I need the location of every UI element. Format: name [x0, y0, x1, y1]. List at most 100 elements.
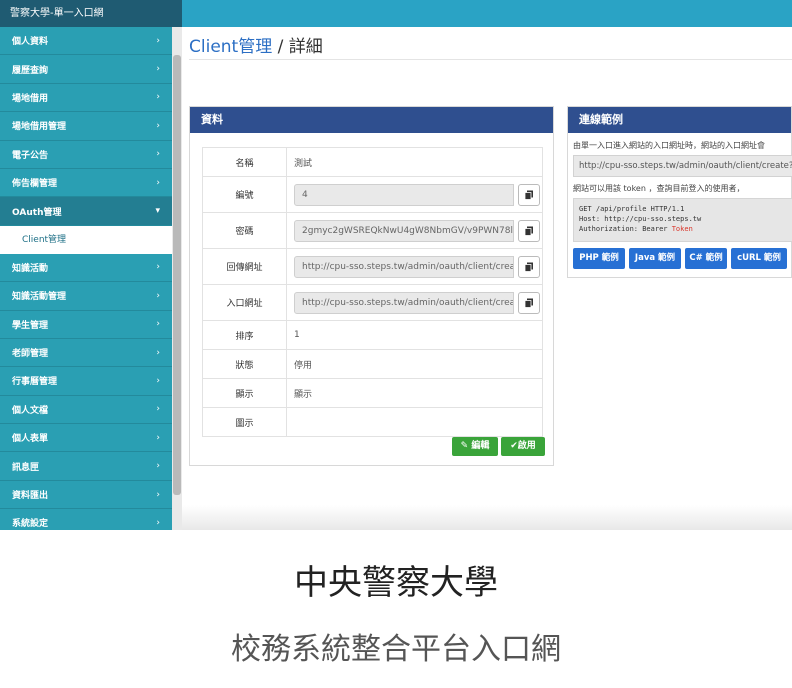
sidebar-item-documents[interactable]: 個人文檔 ›: [0, 396, 182, 425]
sidebar-item-settings[interactable]: 系統設定 ›: [0, 509, 182, 530]
sidebar-item-inbox[interactable]: 訊息匣 ›: [0, 452, 182, 481]
sidebar-item-history[interactable]: 履歷查詢 ›: [0, 55, 182, 84]
table-row: 密碼 2gmyc2gWSREQkNwU4gW8NbmGV/v9PWN78lOgo: [202, 212, 543, 249]
sidebar-item-venue-admin[interactable]: 場地借用管理 ›: [0, 112, 182, 141]
sidebar-item-forms[interactable]: 個人表單 ›: [0, 424, 182, 453]
page-title: Client管理 / 詳細: [189, 32, 323, 57]
sidebar-item-knowledge-admin[interactable]: 知識活動管理 ›: [0, 282, 182, 311]
sidebar-item-label: 資料匯出: [12, 491, 49, 502]
sidebar-item-teachers[interactable]: 老師管理 ›: [0, 339, 182, 368]
table-row: 排序 1: [202, 320, 543, 350]
chevron-right-icon: ›: [156, 375, 160, 386]
sidebar-item-label: 個人表單: [12, 434, 49, 445]
bottom-fade: [182, 505, 792, 530]
chevron-right-icon: ›: [156, 347, 160, 358]
icon-value: [286, 407, 543, 437]
callback-label: 回傳網址: [202, 248, 287, 285]
code-token: Token: [671, 225, 693, 233]
copy-icon: [524, 298, 533, 308]
table-row: 圖示: [202, 407, 543, 437]
connection-token-description: 網站可以用該 token ，查詢目前登入的使用者，: [573, 184, 745, 193]
sidebar-item-knowledge[interactable]: 知識活動 ›: [0, 254, 182, 283]
caption-title: 中央警察大學: [294, 563, 498, 603]
sidebar: 個人資料 › 履歷查詢 › 場地借用 › 場地借用管理 › 電子公告 › 佈告欄管理 › O…: [0, 27, 182, 530]
table-row: 狀態 停用: [202, 349, 543, 379]
name-label: 名稱: [202, 147, 287, 177]
connection-description: 由單一入口進入網站的入口網址時，網站的入口網址會: [573, 141, 765, 150]
connection-url-field[interactable]: http://cpu-sso.steps.tw/admin/oauth/clie…: [573, 155, 792, 177]
table-row: 編號 4: [202, 176, 543, 213]
sidebar-item-label: 系統設定: [12, 519, 49, 530]
secret-label: 密碼: [202, 212, 287, 249]
java-example-button[interactable]: Java 範例: [629, 248, 681, 269]
chevron-right-icon: ›: [156, 262, 160, 273]
sidebar-item-label: OAuth管理: [12, 207, 62, 218]
sidebar-item-label: 個人資料: [12, 37, 49, 48]
copy-id-button[interactable]: [518, 183, 540, 206]
id-label: 編號: [202, 176, 287, 213]
sidebar-item-oauth[interactable]: OAuth管理 ▾: [0, 197, 182, 226]
chevron-right-icon: ›: [156, 35, 160, 46]
data-panel: 資料 名稱 測試 編號 4 密碼 2gmyc2gWSREQkNwU4gW8Nbm…: [189, 106, 554, 466]
detail-table: 名稱 測試 編號 4 密碼 2gmyc2gWSREQkNwU4gW8NbmGV/…: [202, 147, 543, 437]
edit-button[interactable]: ✎ 編輯: [452, 437, 498, 456]
scrollbar-thumb[interactable]: [173, 55, 181, 495]
entry-label: 入口網址: [202, 284, 287, 321]
sidebar-item-announcement[interactable]: 電子公告 ›: [0, 141, 182, 169]
sidebar-item-label: 學生管理: [12, 320, 49, 331]
caption-subtitle: 校務系統整合平台入口網: [231, 632, 561, 667]
title-detail: 詳細: [288, 37, 323, 57]
connection-panel: 連線範例 由單一入口進入網站的入口網址時，網站的入口網址會 http://cpu…: [567, 106, 792, 278]
display-label: 顯示: [202, 378, 287, 408]
id-field[interactable]: 4: [294, 183, 514, 206]
main-content: Client管理 / 詳細 資料 名稱 測試 編號 4 密碼 2gmyc2gWS…: [182, 27, 792, 530]
sidebar-item-label: 訊息匣: [12, 462, 40, 473]
chevron-right-icon: ›: [156, 517, 160, 528]
sidebar-item-students[interactable]: 學生管理 ›: [0, 311, 182, 339]
code-line: Authorization: Bearer: [579, 225, 672, 233]
brand-title: 警察大學-單一入口網: [0, 0, 182, 27]
sidebar-item-venue[interactable]: 場地借用 ›: [0, 84, 182, 113]
edit-label: 編輯: [471, 441, 490, 451]
copy-icon: [524, 262, 533, 272]
sidebar-item-label: 個人文檔: [12, 405, 49, 416]
copy-secret-button[interactable]: [518, 219, 540, 242]
status-value: 停用: [286, 349, 543, 379]
title-client: Client: [189, 37, 239, 57]
copy-entry-button[interactable]: [518, 291, 540, 314]
sidebar-scrollbar[interactable]: [172, 27, 182, 530]
callback-url-field[interactable]: http://cpu-sso.steps.tw/admin/oauth/clie…: [294, 255, 514, 278]
chevron-right-icon: ›: [156, 461, 160, 472]
table-row: 名稱 測試: [202, 147, 543, 177]
sidebar-item-label: 佈告欄管理: [12, 179, 58, 190]
sidebar-item-calendar[interactable]: 行事曆管理 ›: [0, 367, 182, 396]
icon-label: 圖示: [202, 407, 287, 437]
csharp-example-button[interactable]: C# 範例: [685, 248, 727, 269]
sidebar-subitem-client[interactable]: Client管理: [0, 225, 182, 254]
chevron-right-icon: ›: [156, 120, 160, 131]
chevron-right-icon: ›: [156, 290, 160, 301]
curl-example-button[interactable]: cURL 範例: [731, 248, 787, 269]
app-window: 警察大學-單一入口網 個人資料 › 履歷查詢 › 場地借用 › 場地借用管理 › 電子公…: [0, 0, 792, 530]
entry-url-field[interactable]: http://cpu-sso.steps.tw/admin/oauth/clie…: [294, 291, 514, 314]
sidebar-item-export[interactable]: 資料匯出 ›: [0, 481, 182, 510]
copy-callback-button[interactable]: [518, 255, 540, 278]
sidebar-item-label: 知識活動管理: [12, 292, 67, 303]
php-example-button[interactable]: PHP 範例: [573, 248, 625, 269]
edit-icon: ✎: [460, 441, 469, 451]
display-value: 顯示: [286, 378, 543, 408]
check-icon: ✔: [510, 441, 518, 451]
enable-label: 啟用: [517, 441, 536, 451]
order-value: 1: [286, 320, 543, 350]
enable-button[interactable]: ✔啟用: [501, 437, 545, 456]
table-row: 顯示 顯示: [202, 378, 543, 408]
title-admin: 管理: [238, 37, 273, 57]
data-panel-title: 資料: [190, 107, 553, 133]
chevron-right-icon: ›: [156, 432, 160, 443]
name-value: 測試: [286, 147, 543, 177]
secret-field[interactable]: 2gmyc2gWSREQkNwU4gW8NbmGV/v9PWN78lOgo: [294, 219, 514, 242]
status-label: 狀態: [202, 349, 287, 379]
sidebar-item-personal[interactable]: 個人資料 ›: [0, 27, 182, 56]
chevron-right-icon: ›: [156, 319, 160, 330]
sidebar-item-board-admin[interactable]: 佈告欄管理 ›: [0, 169, 182, 198]
